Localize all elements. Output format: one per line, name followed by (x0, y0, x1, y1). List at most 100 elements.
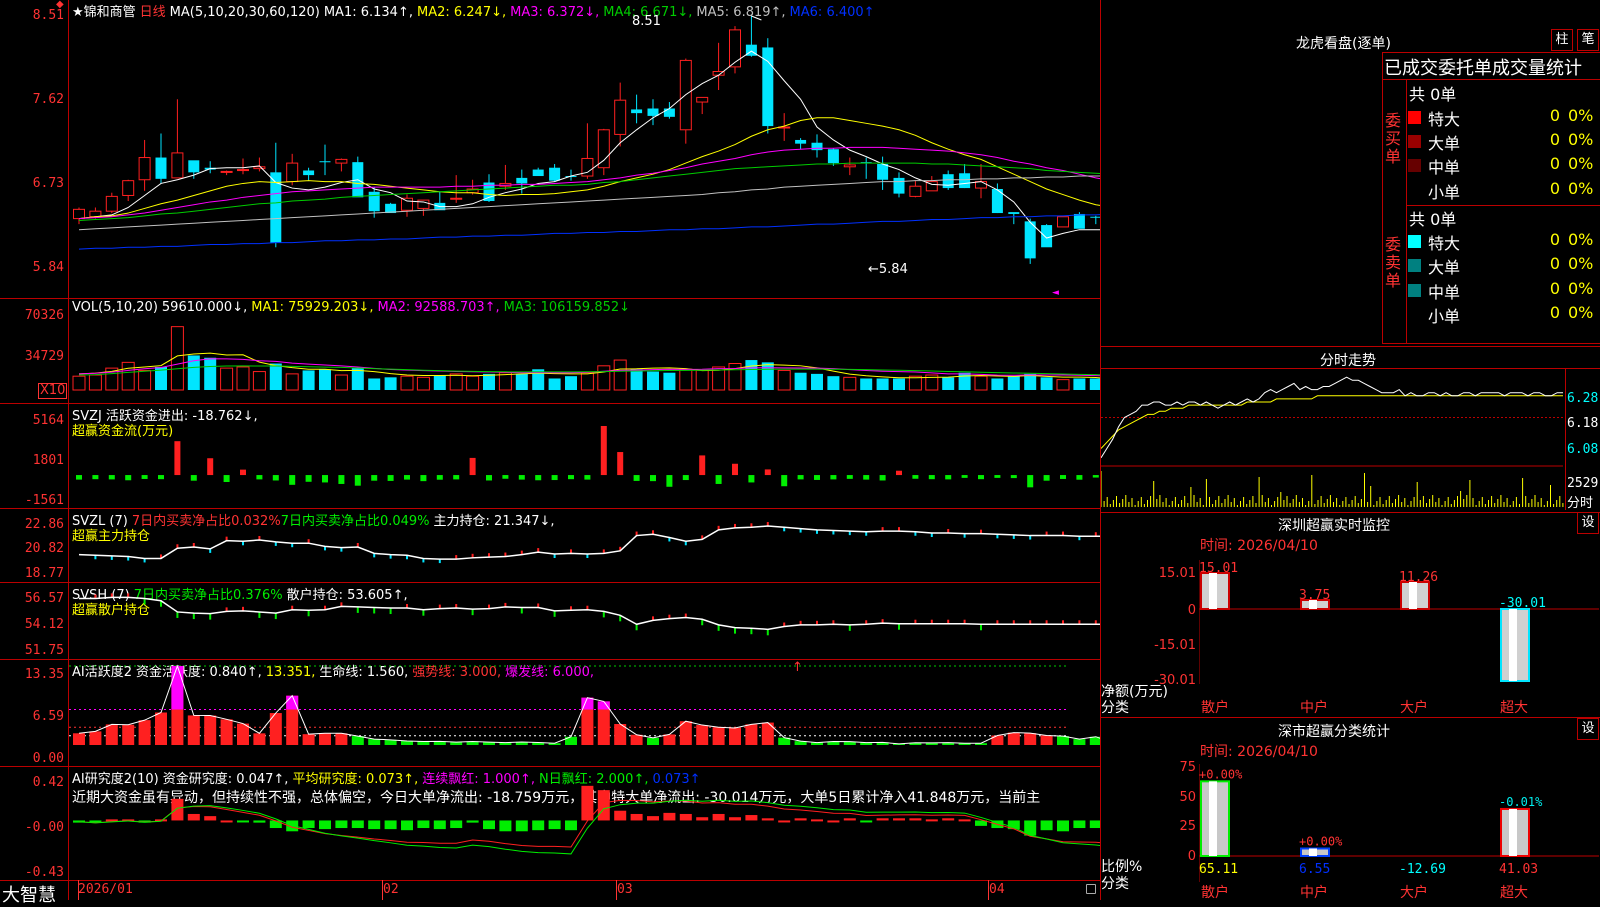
svsh-ytick-2: 51.75 (24, 643, 64, 658)
intraday-tick-1: 6.18 (1567, 416, 1599, 431)
svzj-bar-negative (371, 475, 378, 481)
sz-ytick-2: -15.01 (1154, 638, 1196, 653)
candle-body-down (893, 177, 905, 194)
research-bar-positive (745, 815, 758, 821)
sh-top-label: +0.00% (1199, 767, 1243, 781)
sell-row-mid[interactable]: 中单 0 0% (1408, 279, 1600, 302)
buy-row-small[interactable]: 小单 0 0% (1408, 179, 1600, 202)
sell-super-name: 特大 (1428, 234, 1461, 253)
volume-bar-down (1007, 376, 1020, 390)
lock-icon[interactable] (1086, 884, 1096, 894)
active-bar (335, 733, 348, 745)
candle-body-up (843, 164, 856, 168)
active-bar (89, 731, 102, 745)
candle-body-down (368, 191, 380, 212)
buy-small-name: 小单 (1428, 183, 1461, 202)
active-ytick-2: 0.00 (32, 751, 64, 766)
intraday-tick-0: 6.28 (1567, 391, 1599, 406)
sz-monitor-title: 深圳超赢实时监控 (1278, 518, 1390, 534)
buy-super-swatch (1408, 111, 1421, 124)
sell-large-swatch (1408, 259, 1421, 272)
sz-settings-button[interactable]: 设 (1577, 512, 1599, 534)
volume-chart[interactable] (69, 299, 1100, 403)
volume-bar-up (974, 375, 988, 391)
sh-value-label: 6.55 (1299, 862, 1330, 877)
research-bar-negative (483, 820, 495, 830)
research-bar-positive (925, 819, 938, 822)
svsh-chart[interactable] (69, 583, 1100, 659)
ai-research-chart[interactable] (69, 767, 1100, 880)
buy-row-mid[interactable]: 中单 0 0% (1408, 154, 1600, 177)
svzj-bar-negative (1092, 475, 1099, 478)
volume-bar-up (334, 374, 348, 391)
sz-cat-1: 中户 (1300, 700, 1328, 716)
xtick-line-feb (382, 880, 383, 900)
svzj-bar-negative (404, 475, 410, 480)
sell-large-count: 0 (1549, 254, 1560, 273)
active-bar (122, 724, 135, 745)
svzj-ytick-1: 1801 (32, 453, 64, 468)
intraday-avg-line (1101, 395, 1563, 449)
buy-row-super[interactable]: 特大 0 0% (1408, 106, 1600, 129)
research-bar-negative (450, 820, 463, 829)
sell-row-super[interactable]: 特大 0 0% (1408, 230, 1600, 253)
sz-value-label: 3.75 (1299, 588, 1330, 603)
intraday-title[interactable]: 分时走势 (1320, 350, 1376, 370)
svzj-bar-negative (584, 475, 591, 480)
svzj-bar-negative (322, 475, 328, 483)
candle-body-down (942, 174, 954, 189)
pen-view-button[interactable]: 笔 (1577, 29, 1599, 51)
sell-row-small[interactable]: 小单 0 0% (1408, 303, 1600, 326)
svzj-bar-positive (896, 470, 902, 476)
svzj-bar-negative (912, 475, 919, 479)
candlestick-chart[interactable] (69, 0, 1100, 298)
svzj-bar-negative (551, 475, 558, 481)
svzj-bar-negative (338, 475, 345, 484)
sh-settings-button[interactable]: 设 (1577, 718, 1599, 740)
candle-body-down (155, 157, 167, 179)
sell-row-large[interactable]: 大单 0 0% (1408, 254, 1600, 277)
sh-cat-2: 大户 (1400, 885, 1428, 901)
active-bar (745, 724, 758, 745)
sell-orders-label: 委卖单 (1385, 235, 1402, 290)
active-bar (696, 725, 709, 745)
divider-bottom (0, 880, 1100, 881)
sh-top-label: -0.01% (1499, 795, 1543, 809)
main-ytick-1: 7.62 (32, 92, 64, 107)
sh-monitor-top-border (1100, 717, 1600, 718)
svzj-bar-negative (568, 475, 574, 480)
active-bar (630, 734, 643, 745)
volume-bar-up (1056, 379, 1070, 391)
volume-bar-down (991, 378, 1004, 390)
intraday-chart[interactable] (1101, 369, 1565, 509)
svzj-bar-positive (699, 455, 706, 476)
bar-view-button[interactable]: 柱 (1551, 29, 1573, 51)
active-bar (220, 719, 233, 745)
svzj-chart[interactable] (69, 404, 1100, 508)
volume-bar-up (580, 372, 594, 391)
brand-label: 大智慧 (2, 885, 56, 906)
intraday-vol-tick: 2529 (1567, 476, 1599, 491)
active-bar-burst (597, 701, 610, 710)
sz-value-label: 11.26 (1399, 570, 1438, 585)
candle-body-up (696, 96, 709, 103)
sh-monitor-chart[interactable]: +0.00% 65.11 +0.00% 6.55 -12.69 -0.01% 41.03 (1199, 764, 1600, 882)
research-bar-positive (663, 812, 676, 821)
buy-row-large[interactable]: 大单 0 0% (1408, 130, 1600, 153)
research-bar-positive (958, 819, 971, 822)
svzj-bar-negative (715, 475, 722, 484)
sz-monitor-chart[interactable]: 15.01 3.75 11.26 -30.01 (1199, 560, 1600, 684)
sh-ytick-2: 25 (1179, 819, 1196, 834)
candle-body-up (253, 166, 266, 170)
active-bar (1007, 732, 1020, 745)
sh-cat-0: 散户 (1201, 885, 1229, 901)
ai-active-chart[interactable] (69, 660, 1100, 766)
svzl-chart[interactable] (69, 509, 1100, 582)
research-bar-positive (220, 820, 233, 823)
vol-unit-label: X10 (38, 383, 68, 399)
volume-bar-up (138, 369, 152, 391)
volume-bar-down (269, 363, 282, 390)
svzj-bar-negative (863, 475, 870, 480)
research-bar-negative (335, 820, 348, 829)
research-bar-positive (204, 816, 217, 821)
